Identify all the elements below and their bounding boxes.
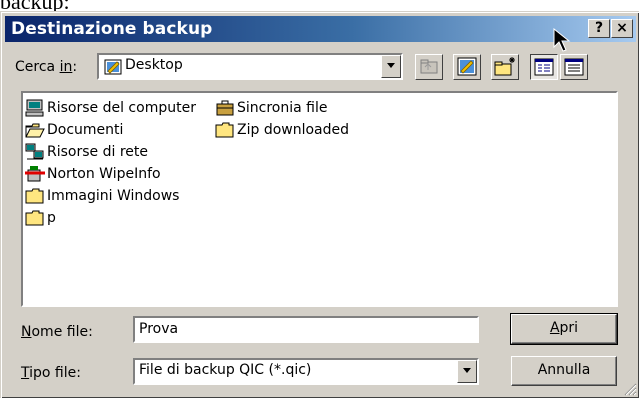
list-item[interactable]: Immagini Windows (25, 185, 179, 207)
network-icon (25, 143, 44, 160)
list-item[interactable]: Documenti (25, 119, 123, 141)
file-name-label: Nome file: (21, 324, 93, 340)
cancel-button[interactable]: Annulla (511, 356, 617, 386)
my-computer-icon (25, 99, 44, 117)
chevron-down-icon[interactable] (457, 360, 477, 383)
window-title: Destinazione backup (11, 19, 213, 39)
list-item[interactable]: Risorse del computer (25, 97, 196, 119)
list-item[interactable]: Risorse di rete (25, 141, 148, 163)
look-in-label: Cerca in: (15, 59, 78, 75)
look-in-value: Desktop (125, 57, 183, 73)
look-in-dropdown[interactable]: Desktop (97, 53, 403, 80)
title-bar[interactable]: Destinazione backup ? × (5, 16, 636, 42)
list-view-button[interactable] (530, 54, 558, 80)
new-folder-icon (494, 57, 515, 76)
open-button[interactable]: Apri (510, 313, 618, 345)
mouse-cursor-icon (553, 28, 571, 52)
list-item[interactable]: p (25, 207, 56, 229)
details-view-icon (564, 58, 584, 76)
file-type-label: Tipo file: (21, 365, 81, 381)
list-item[interactable]: Norton WipeInfo (25, 163, 161, 185)
folder-icon (25, 210, 44, 226)
resize-grip-icon[interactable] (623, 382, 637, 396)
list-item[interactable]: Sincronia file (215, 97, 327, 119)
folder-icon (25, 188, 44, 204)
new-folder-button[interactable] (491, 54, 519, 80)
briefcase-icon (216, 100, 234, 116)
details-view-button[interactable] (560, 54, 588, 80)
go-to-desktop-button[interactable] (453, 54, 481, 80)
file-type-dropdown[interactable]: File di backup QIC (*.qic) (133, 358, 479, 385)
file-type-value: File di backup QIC (*.qic) (139, 362, 312, 378)
file-name-input[interactable]: Prova (133, 316, 479, 343)
list-view-icon (534, 58, 554, 76)
desktop-icon (104, 59, 122, 75)
folder-up-icon (420, 59, 438, 74)
file-list[interactable]: Risorse del computer Documenti Risorse d… (21, 91, 618, 307)
close-button[interactable]: × (611, 19, 633, 38)
help-button[interactable]: ? (588, 19, 610, 38)
list-item[interactable]: Zip downloaded (215, 119, 349, 141)
open-folder-icon (25, 123, 45, 138)
folder-icon (215, 122, 234, 138)
file-dialog: Destinazione backup ? × Cerca in: Deskto… (0, 11, 639, 398)
norton-wipeinfo-icon (25, 166, 45, 182)
up-one-level-button[interactable] (415, 54, 443, 80)
chevron-down-icon[interactable] (381, 55, 401, 78)
desktop-shortcut-icon (457, 57, 477, 76)
